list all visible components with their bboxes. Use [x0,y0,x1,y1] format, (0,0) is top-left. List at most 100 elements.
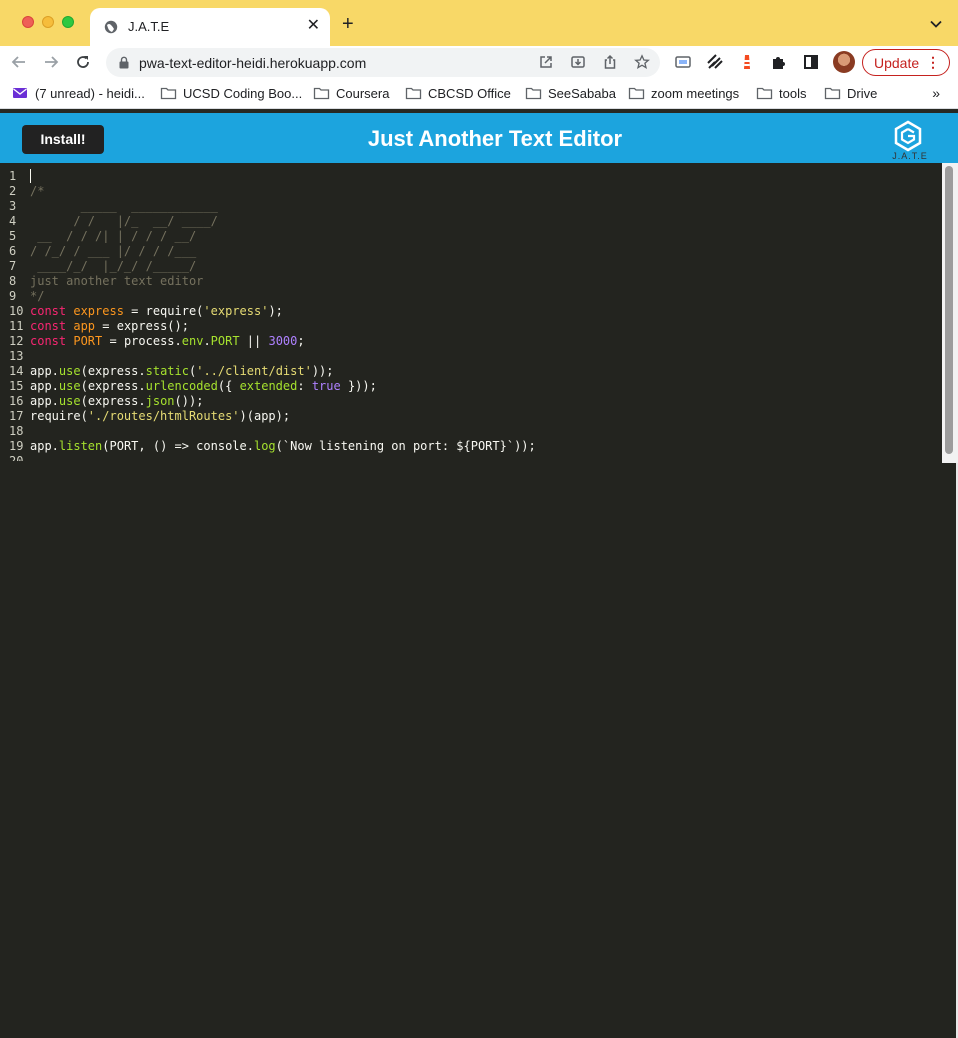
cast-icon[interactable] [674,53,692,71]
more-vert-icon[interactable]: ⋮ [926,54,940,71]
update-button[interactable]: Update ⋮ [862,49,950,76]
line-code: just another text editor [30,274,203,289]
code-token: (express. [80,379,146,393]
code-token: = require( [123,304,204,318]
logo-text: J.A.T.E [892,151,928,161]
code-token: || [239,334,269,348]
maximize-window-button[interactable] [62,16,74,28]
line-number: 14 [9,364,24,378]
code-token: app [73,319,96,333]
code-line[interactable]: 10 const express = require('express'); [0,304,942,319]
code-token: listen [58,439,103,453]
code-token: const [30,304,74,318]
bookmark-label: tools [779,86,807,101]
forward-arrow-icon[interactable] [42,53,60,71]
bookmark-label: (7 unread) - heidi... [35,86,145,101]
code-token: ____/_/ |_/_/ /_____/ [30,259,197,273]
line-code: _____ ____________ [30,199,218,214]
code-token: const [30,319,74,333]
browser-tab[interactable]: J.A.T.E ✕ [90,8,330,46]
code-line[interactable]: 14 app.use(express.static('../client/dist… [0,364,942,379]
line-number: 15 [9,379,24,393]
bookmark-label: Drive [847,86,878,101]
code-line[interactable]: 9 */ [0,289,942,304]
more-bookmarks-icon[interactable]: » [932,85,940,101]
line-number: 12 [9,334,24,348]
brush-extension-icon[interactable] [706,53,724,71]
line-code: const express = require('express'); [30,304,283,319]
code-line[interactable]: 4 / / |/_ __/ ____/ [0,214,942,229]
bookmarks-bar: (7 unread) - heidi... UCSD Coding Boo...… [0,79,958,109]
editor-lines[interactable]: 1 2/* 3 _____ ____________ 4 / / |/_ __/ __… [0,169,942,461]
code-line[interactable]: 3 _____ ____________ [0,199,942,214]
code-editor[interactable]: 1 2/* 3 _____ ____________ 4 / / |/_ __/ __… [0,163,958,1038]
line-number: 17 [9,409,24,423]
bookmark-star-icon[interactable] [634,54,650,70]
side-panel-icon[interactable] [802,53,820,71]
code-line[interactable]: 6 / /_/ / ___ |/ / / /___ [0,244,942,259]
address-bar[interactable]: pwa-text-editor-heidi.herokuapp.com [106,48,660,77]
line-number: 5 [9,229,17,243]
update-label: Update [874,55,920,71]
code-line[interactable]: 16 app.use(express.json()); [0,394,942,409]
chevron-down-icon[interactable] [930,18,942,30]
code-token: ({ [217,379,240,393]
code-token: './routes/htmlRoutes' [87,409,240,423]
line-number: 19 [9,439,24,453]
code-line[interactable]: 2 /* [0,184,942,199]
bookmark-label: CBCSD Office [428,86,511,101]
line-number: 1 [9,169,17,183]
scrollbar-thumb[interactable] [945,166,953,454]
install-app-icon[interactable] [570,54,586,70]
line-number: 7 [9,259,17,273]
code-token: use [58,379,81,393]
code-line[interactable]: 11 const app = express(); [0,319,942,334]
line-number: 2 [9,184,17,198]
line-code: /* [30,184,44,199]
code-token: PORT [210,334,240,348]
close-window-button[interactable] [22,16,34,28]
code-token: 3000 [268,334,298,348]
code-line[interactable]: 8 just another text editor [0,274,942,289]
code-token: /* [30,184,45,198]
code-token: )(app); [239,409,291,423]
code-token: (express. [80,394,146,408]
back-arrow-icon[interactable] [10,53,28,71]
code-token: ); [268,304,283,318]
code-line[interactable]: 12 const PORT = process.env.PORT || 3000; [0,334,942,349]
code-line[interactable]: 18 [0,424,942,439]
code-token: = express(); [95,319,189,333]
line-code: ____/_/ |_/_/ /_____/ [30,259,196,274]
lighthouse-extension-icon[interactable] [738,53,756,71]
code-token: __ / / /| | / / / __/ [30,229,197,243]
code-line[interactable]: 7 ____/_/ |_/_/ /_____/ [0,259,942,274]
line-number: 3 [9,199,17,213]
code-token: (express. [80,364,146,378]
folder-icon [824,87,841,100]
tab-close-icon[interactable]: ✕ [307,17,320,35]
text-cursor [30,169,31,183]
code-line[interactable]: 15 app.use(express.urlencoded({ extended:… [0,379,942,394]
code-token: const [30,334,74,348]
code-token: true [311,379,341,393]
code-token: (PORT, () => console. [102,439,254,453]
code-token: json [145,394,175,408]
new-tab-button[interactable]: + [342,14,354,34]
code-token: = process. [102,334,182,348]
minimize-window-button[interactable] [42,16,54,28]
reload-icon[interactable] [74,53,92,71]
line-code: app.use(express.json()); [30,394,203,409]
share-icon[interactable] [602,54,618,70]
code-token: log [253,439,276,453]
code-line[interactable]: 1 [0,169,942,184]
code-line[interactable]: 13 [0,349,942,364]
profile-avatar[interactable] [833,51,855,73]
puzzle-extensions-icon[interactable] [770,53,788,71]
code-line[interactable]: 5 __ / / /| | / / / __/ [0,229,942,244]
code-token: . [203,334,211,348]
open-external-icon[interactable] [538,54,554,70]
code-token: (`Now listening on port: ${PORT}`)); [275,439,536,453]
code-line[interactable]: 20 [0,454,942,461]
code-line[interactable]: 17 require('./routes/htmlRoutes')(app); [0,409,942,424]
code-line[interactable]: 19 app.listen(PORT, () => console.log(`No… [0,439,942,454]
